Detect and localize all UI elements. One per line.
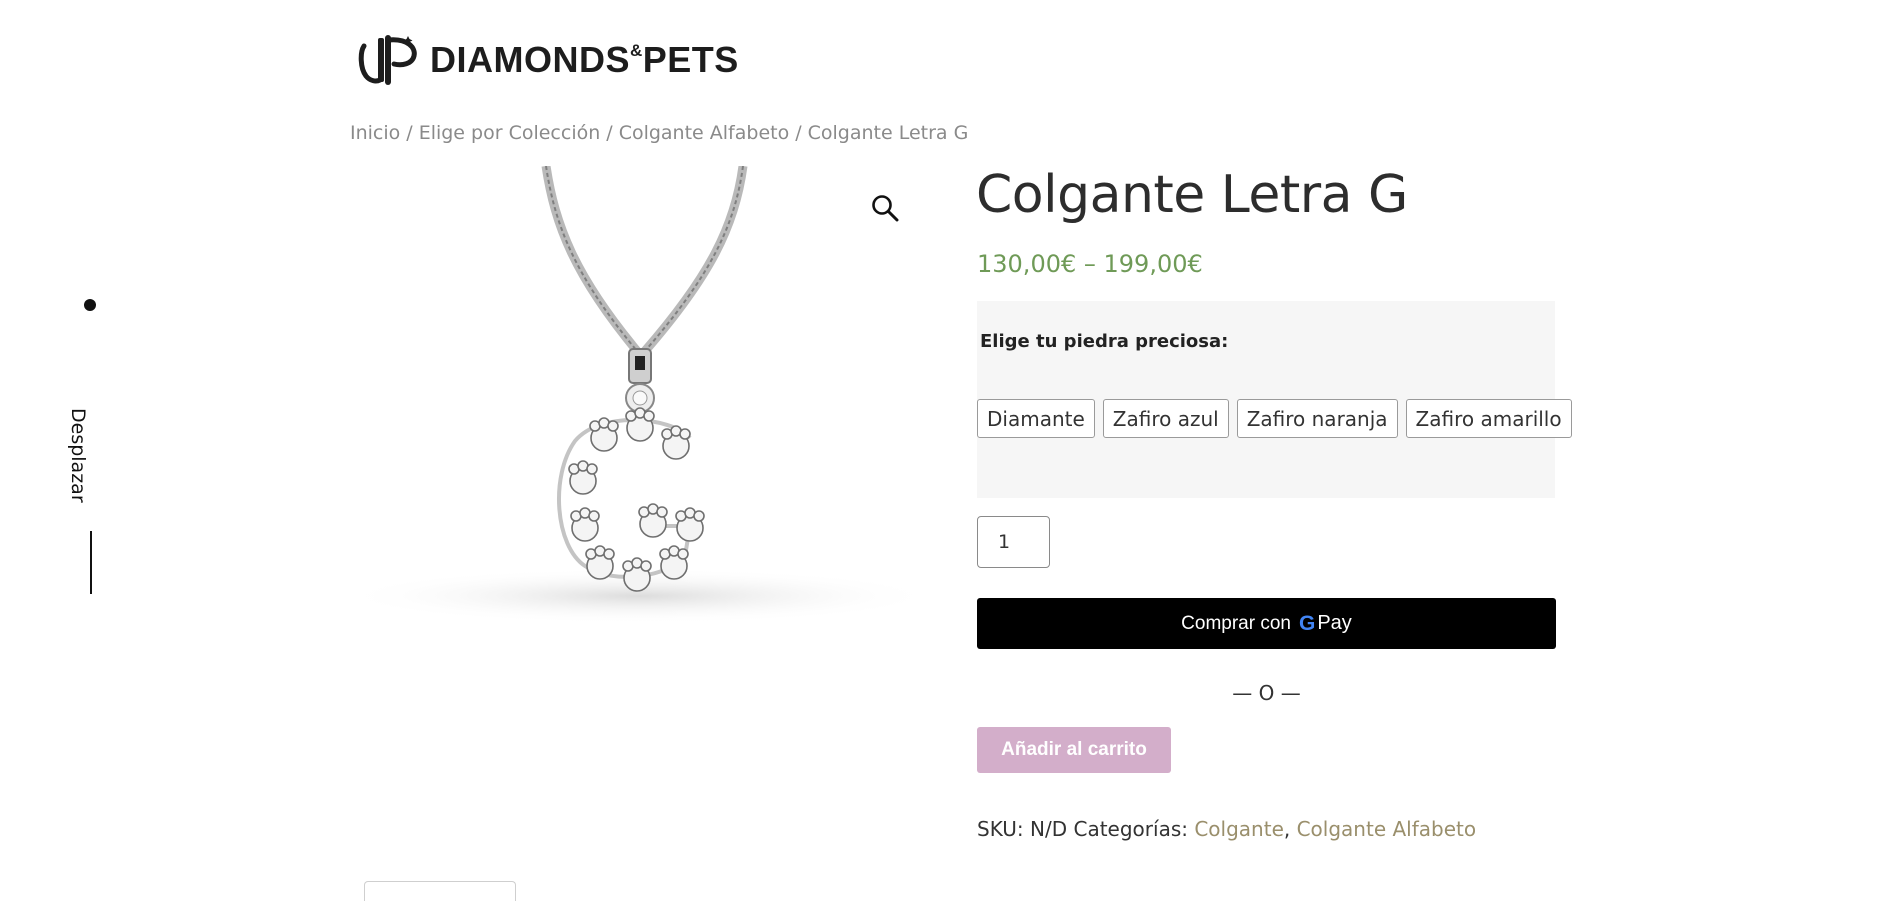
- sku-value: N/D: [1030, 817, 1068, 841]
- product-price: 130,00€ – 199,00€: [977, 250, 1203, 278]
- product-title: Colgante Letra G: [976, 165, 1408, 225]
- site-logo[interactable]: DIAMONDS&PETS: [358, 34, 739, 86]
- gpay-pay-text: Pay: [1317, 612, 1352, 634]
- scroll-label[interactable]: Desplazar: [67, 408, 89, 503]
- magnifier-icon[interactable]: [870, 193, 900, 223]
- product-image[interactable]: [350, 166, 928, 628]
- breadcrumb-separator: /: [606, 122, 613, 144]
- breadcrumb-current: Colgante Letra G: [807, 122, 969, 144]
- product-meta: SKU: N/D Categorías: Colgante, Colgante …: [977, 817, 1476, 841]
- category-link-colgante[interactable]: Colgante: [1194, 817, 1284, 841]
- breadcrumb-home[interactable]: Inicio: [350, 122, 400, 144]
- categories-label: Categorías:: [1073, 817, 1188, 841]
- option-zafiro-amarillo[interactable]: Zafiro amarillo: [1405, 399, 1572, 438]
- pendant-illustration: [350, 166, 928, 624]
- breadcrumb-separator: /: [795, 122, 802, 144]
- breadcrumb: Inicio / Elige por Colección / Colgante Alfa…: [350, 122, 968, 144]
- variation-label: Elige tu piedra preciosa:: [980, 331, 1229, 352]
- google-g-icon: G: [1299, 611, 1316, 635]
- scroll-indicator-dot: [84, 299, 96, 311]
- or-separator: — O —: [1232, 681, 1301, 705]
- option-diamante[interactable]: Diamante: [977, 399, 1095, 438]
- add-to-cart-button[interactable]: Añadir al carrito: [977, 727, 1171, 773]
- option-zafiro-azul[interactable]: Zafiro azul: [1102, 399, 1229, 438]
- gallery-thumbnail[interactable]: [364, 881, 516, 901]
- variation-options: Diamante Zafiro azul Zafiro naranja Zafi…: [977, 399, 1572, 438]
- google-pay-button[interactable]: Comprar con G Pay: [977, 598, 1556, 649]
- breadcrumb-collection[interactable]: Elige por Colección: [419, 122, 601, 144]
- gpay-label: Comprar con: [1181, 612, 1291, 634]
- option-zafiro-naranja[interactable]: Zafiro naranja: [1236, 399, 1398, 438]
- sku-label: SKU:: [977, 817, 1024, 841]
- category-link-colgante-alfabeto[interactable]: Colgante Alfabeto: [1297, 817, 1477, 841]
- scroll-indicator-line: [90, 531, 92, 594]
- category-comma: ,: [1283, 817, 1297, 841]
- brand-wordmark: DIAMONDS&PETS: [430, 39, 739, 80]
- quantity-input[interactable]: [977, 516, 1050, 568]
- breadcrumb-alphabet[interactable]: Colgante Alfabeto: [619, 122, 790, 144]
- variation-panel: Elige tu piedra preciosa: Diamante Zafir…: [977, 301, 1572, 498]
- dp-logo-icon: [358, 35, 417, 85]
- breadcrumb-separator: /: [406, 122, 413, 144]
